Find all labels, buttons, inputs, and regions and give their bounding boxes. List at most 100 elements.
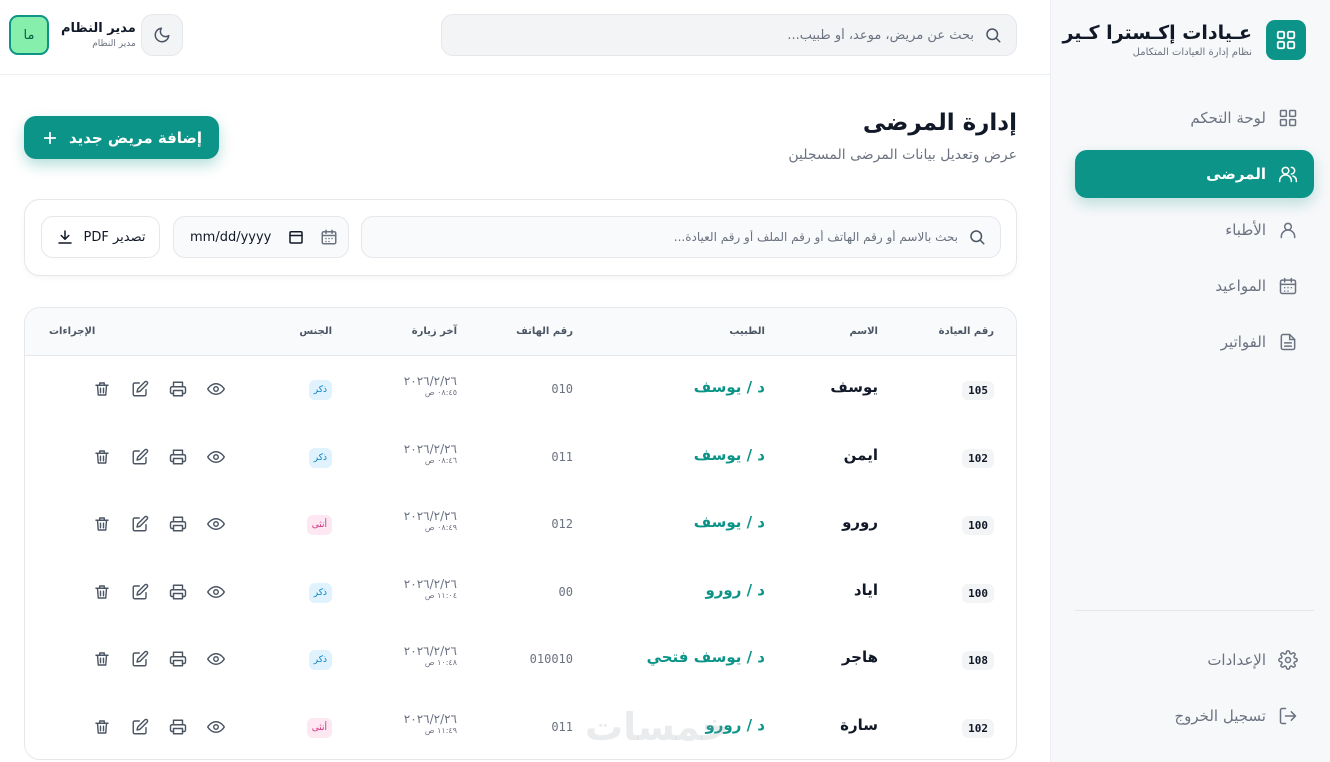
gear-icon [1278, 650, 1298, 670]
user-role: مدير النظام [92, 39, 136, 49]
patient-name: ايمن [843, 445, 878, 464]
avatar[interactable]: ما [9, 15, 49, 55]
visit-date: ٢٠٢٦/٢/٢٦ [403, 644, 457, 658]
gender-badge: أنثى [306, 717, 332, 738]
sidebar-item-appointments[interactable]: المواعيد [1075, 262, 1314, 310]
last-visit: ٢٠٢٦/٢/٢٦ ١١:٤٩ ص [404, 712, 457, 735]
print-icon[interactable] [169, 380, 187, 398]
delete-icon[interactable] [93, 380, 111, 398]
edit-icon[interactable] [131, 448, 149, 466]
edit-icon[interactable] [131, 650, 149, 668]
calendar-icon[interactable] [287, 228, 305, 246]
table-row: 102 ايمن د / يوسف 011 ٢٠٢٦/٢/٢٦ ٠٨:٤٦ ص ذكر [25, 424, 1016, 491]
patient-name: هاجر [841, 648, 878, 666]
last-visit: ٢٠٢٦/٢/٢٦ ٠٨:٤٩ ص [404, 509, 457, 532]
file-icon [1280, 333, 1296, 351]
delete-icon[interactable] [93, 718, 111, 736]
delete-icon[interactable] [93, 515, 111, 533]
phone-number: 010 [551, 382, 573, 396]
view-icon[interactable] [207, 718, 225, 736]
top-header: مدير النظام مدير النظام ما [0, 0, 1050, 75]
brand: عـيادات إكـسترا كـير نظام إدارة العيادات… [1062, 20, 1306, 60]
edit-icon[interactable] [131, 583, 149, 601]
doctor-name[interactable]: د / رورو [705, 581, 765, 599]
view-icon[interactable] [207, 583, 225, 601]
doctor-name[interactable]: د / يوسف فتحي [647, 648, 765, 666]
patient-search-input[interactable] [378, 230, 958, 244]
sidebar-item-settings[interactable]: الإعدادات [1075, 636, 1314, 684]
sidebar-item-invoices[interactable]: الفواتير [1075, 318, 1314, 366]
print-icon[interactable] [169, 515, 187, 533]
sidebar-item-dashboard[interactable]: لوحة التحكم [1075, 94, 1314, 142]
date-filter-input[interactable]: mm/dd/yyyy [173, 216, 349, 258]
visit-time: ٠٨:٤٥ ص [424, 388, 457, 397]
date-placeholder: mm/dd/yyyy [190, 229, 272, 245]
print-icon[interactable] [169, 583, 187, 601]
visit-date: ٢٠٢٦/٢/٢٦ [403, 711, 457, 726]
view-icon[interactable] [207, 380, 225, 398]
phone-number: 011 [551, 719, 573, 734]
view-icon[interactable] [207, 448, 225, 466]
user-profile[interactable]: مدير النظام مدير النظام ما [9, 15, 136, 55]
dashboard-icon [1279, 109, 1297, 127]
users-icon [1278, 166, 1298, 183]
header-name: الاسم [849, 326, 878, 337]
view-icon[interactable] [207, 650, 225, 668]
clinic-number: 102 [962, 718, 994, 738]
sidebar: عـيادات إكـسترا كـير نظام إدارة العيادات… [1050, 0, 1330, 762]
visit-time: ٠٨:٤٦ ص [424, 455, 457, 465]
patients-table: رقم العيادة الاسم الطبيب رقم الهاتف آخر … [24, 307, 1017, 760]
sidebar-item-label: الإعدادات [1207, 651, 1266, 669]
search-icon [970, 230, 985, 245]
clinic-number: 102 [962, 448, 994, 468]
sidebar-item-patients[interactable]: المرضى [1075, 150, 1314, 198]
patient-search [361, 216, 1001, 258]
add-patient-label: إضافة مريض جديد [68, 128, 203, 147]
print-icon[interactable] [169, 448, 187, 466]
delete-icon[interactable] [93, 650, 111, 668]
visit-time: ١١:٤٩ ص [424, 725, 457, 735]
last-visit: ٢٠٢٦/٢/٢٦ ١١:٠٤ ص [404, 577, 457, 600]
brand-title: عـيادات إكـسترا كـير [1062, 22, 1252, 44]
calendar-icon [1279, 277, 1297, 295]
delete-icon[interactable] [93, 583, 111, 601]
last-visit: ٢٠٢٦/٢/٢٦ ١٠:٤٨ ص [404, 644, 457, 667]
download-icon [57, 230, 72, 244]
global-search-input[interactable] [454, 27, 974, 43]
doctor-name[interactable]: د / يوسف [694, 446, 765, 464]
view-icon[interactable] [207, 515, 225, 533]
table-row: 100 اياد د / رورو 00 ٢٠٢٦/٢/٢٦ ١١:٠٤ ص ذكر [25, 559, 1016, 626]
add-patient-button[interactable]: إضافة مريض جديد [24, 116, 219, 159]
row-actions [93, 380, 225, 398]
edit-icon[interactable] [131, 515, 149, 533]
page-title: إدارة المرضى [862, 110, 1017, 136]
delete-icon[interactable] [93, 448, 111, 466]
doctor-name[interactable]: د / يوسف [694, 513, 765, 531]
sidebar-item-logout[interactable]: تسجيل الخروج [1075, 692, 1314, 740]
print-icon[interactable] [169, 650, 187, 668]
sidebar-bottom-nav: الإعدادات تسجيل الخروج [1075, 636, 1314, 748]
row-actions [93, 583, 225, 601]
print-icon[interactable] [169, 718, 187, 736]
table-row: 105 يوسف د / يوسف 010 ٢٠٢٦/٢/٢٦ ٠٨:٤٥ ص ذكر [25, 356, 1016, 423]
patient-name: يوسف [830, 378, 878, 396]
table-row: 102 سارة د / رورو 011 ٢٠٢٦/٢/٢٦ ١١:٤٩ ص أنثى [25, 694, 1016, 760]
logout-icon [1279, 707, 1297, 725]
sidebar-item-label: لوحة التحكم [1190, 109, 1266, 127]
export-pdf-button[interactable]: تصدير PDF [41, 216, 160, 258]
sidebar-item-doctors[interactable]: الأطباء [1075, 206, 1314, 254]
edit-icon[interactable] [131, 380, 149, 398]
clinic-number: 105 [962, 381, 994, 400]
row-actions [93, 515, 225, 533]
header-actions: الإجراءات [49, 326, 96, 337]
theme-toggle-button[interactable] [141, 14, 183, 56]
phone-number: 010010 [529, 652, 573, 666]
doctor-name[interactable]: د / يوسف [694, 378, 765, 396]
visit-date: ٢٠٢٦/٢/٢٦ [403, 576, 457, 591]
brand-subtitle: نظام إدارة العيادات المتكامل [1132, 47, 1252, 58]
export-pdf-label: تصدير PDF [83, 229, 146, 245]
patient-name: رورو [842, 513, 878, 531]
row-actions [93, 448, 225, 466]
table-header: رقم العيادة الاسم الطبيب رقم الهاتف آخر … [25, 308, 1016, 356]
edit-icon[interactable] [131, 718, 149, 736]
